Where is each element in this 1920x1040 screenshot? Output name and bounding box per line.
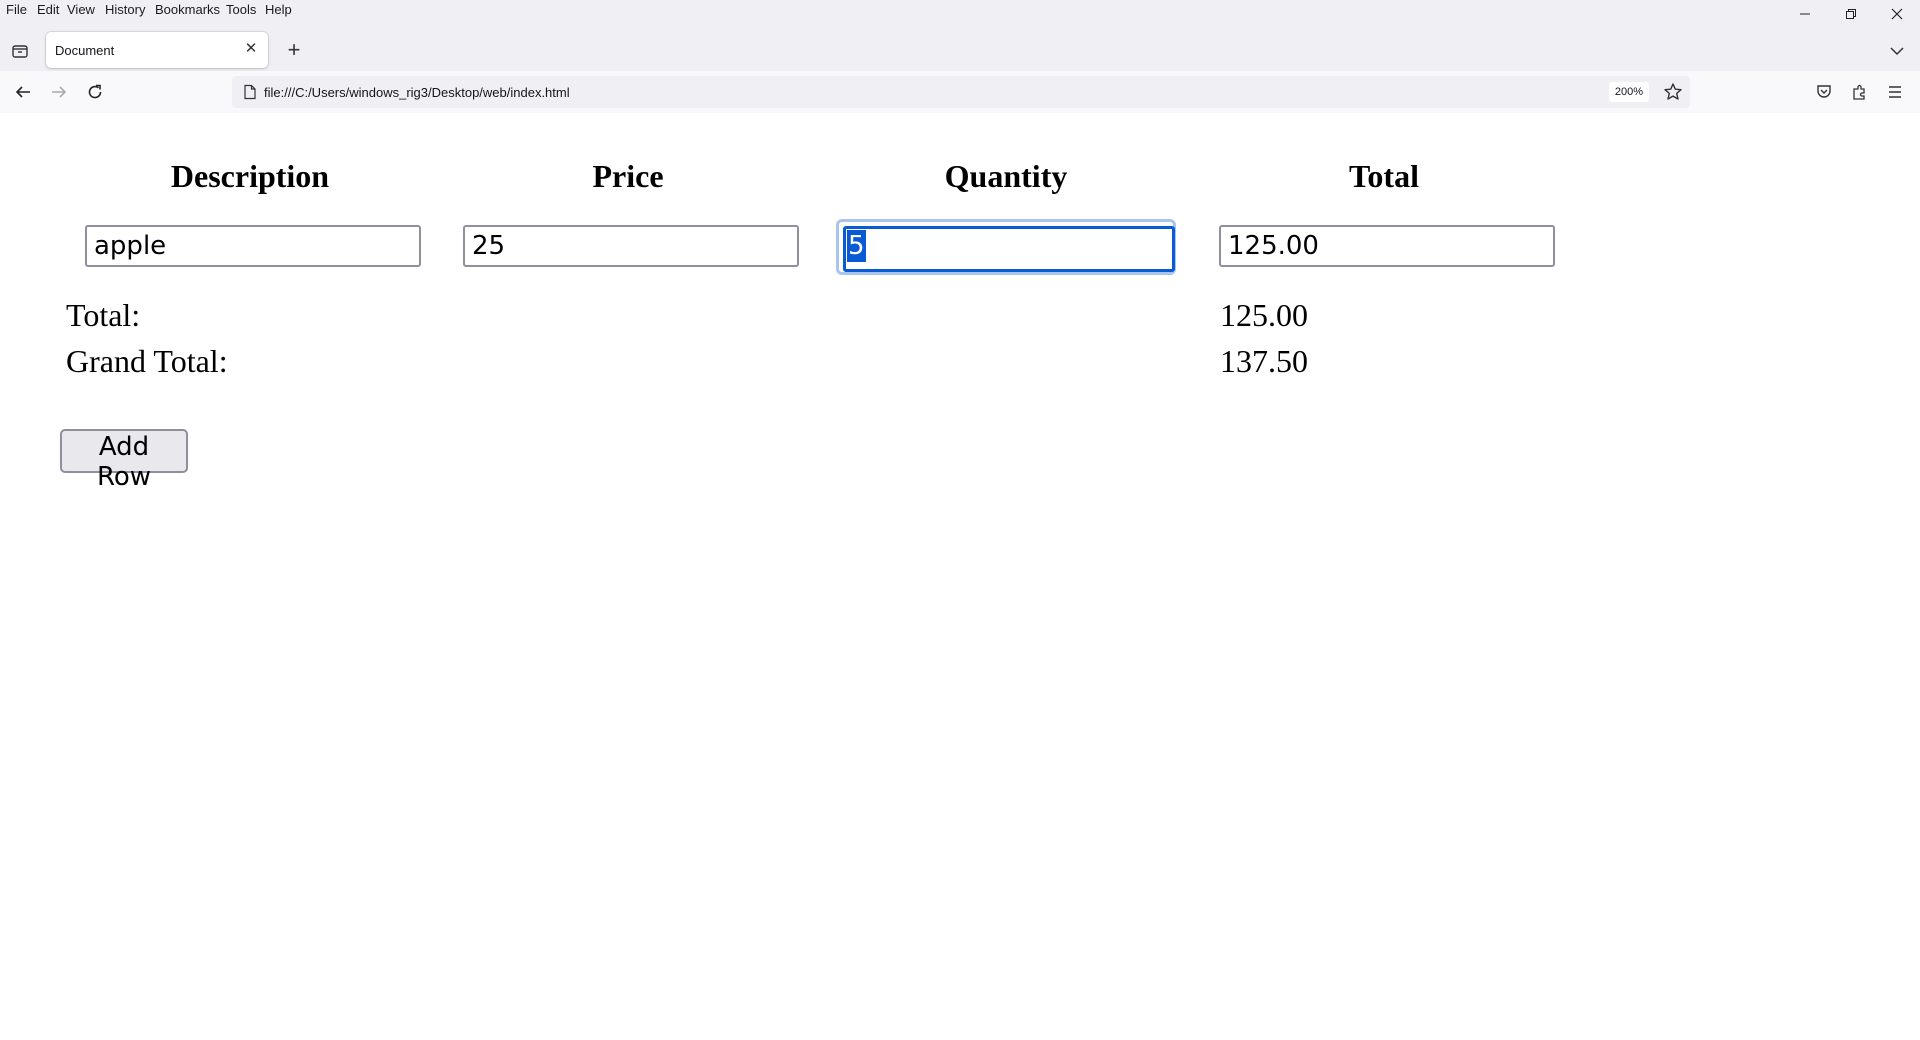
navigation-toolbar: file:///C:/Users/windows_rig3/Desktop/we…: [0, 71, 1920, 114]
total-value: 125.00: [1220, 297, 1308, 333]
quantity-selected-text: 5: [847, 230, 866, 262]
grand-total-value: 137.50: [1220, 343, 1308, 379]
tab-document[interactable]: Document ✕: [46, 32, 268, 68]
total-input[interactable]: [1219, 225, 1555, 267]
tab-strip: Document ✕ +: [0, 28, 1920, 71]
forward-icon[interactable]: [46, 79, 72, 105]
price-input[interactable]: [463, 225, 799, 267]
grand-total-label: Grand Total:: [66, 343, 228, 379]
tab-close-icon[interactable]: ✕: [242, 40, 260, 58]
close-window-icon[interactable]: [1874, 0, 1920, 28]
tab-manager-icon[interactable]: [9, 40, 31, 62]
menu-history[interactable]: History: [105, 2, 145, 17]
description-input[interactable]: [85, 225, 421, 267]
header-total: Total: [1349, 158, 1419, 194]
app-menu-icon[interactable]: [1882, 79, 1908, 105]
menu-file[interactable]: File: [6, 2, 27, 17]
menu-bookmarks[interactable]: Bookmarks: [155, 2, 220, 17]
menu-view[interactable]: View: [67, 2, 95, 17]
total-label: Total:: [66, 297, 141, 333]
back-icon[interactable]: [10, 79, 36, 105]
menu-bar: File Edit View History Bookmarks Tools H…: [0, 0, 1920, 20]
extensions-icon[interactable]: [1846, 79, 1872, 105]
page-content: Description Price Quantity Total 5 Total…: [0, 113, 1920, 1040]
quantity-input[interactable]: [843, 226, 1175, 272]
url-text: file:///C:/Users/windows_rig3/Desktop/we…: [264, 85, 570, 100]
zoom-level-button[interactable]: 200%: [1609, 82, 1649, 102]
reload-icon[interactable]: [82, 79, 108, 105]
address-bar[interactable]: file:///C:/Users/windows_rig3/Desktop/we…: [232, 76, 1690, 108]
browser-chrome: File Edit View History Bookmarks Tools H…: [0, 0, 1920, 114]
menu-edit[interactable]: Edit: [37, 2, 59, 17]
restore-icon[interactable]: [1828, 0, 1874, 28]
header-description: Description: [170, 158, 330, 194]
page-icon: [242, 84, 258, 100]
new-tab-icon[interactable]: +: [279, 35, 309, 65]
minimize-icon[interactable]: [1782, 0, 1828, 28]
pocket-icon[interactable]: [1811, 79, 1837, 105]
bookmark-star-icon[interactable]: [1662, 81, 1684, 103]
list-all-tabs-icon[interactable]: [1886, 40, 1908, 62]
header-quantity: Quantity: [944, 158, 1068, 194]
menu-tools[interactable]: Tools: [226, 2, 256, 17]
menu-help[interactable]: Help: [265, 2, 292, 17]
quantity-focus-ring: 5: [836, 219, 1176, 275]
tab-title: Document: [55, 43, 115, 58]
add-row-button[interactable]: Add Row: [60, 429, 188, 492]
header-price: Price: [592, 158, 664, 194]
